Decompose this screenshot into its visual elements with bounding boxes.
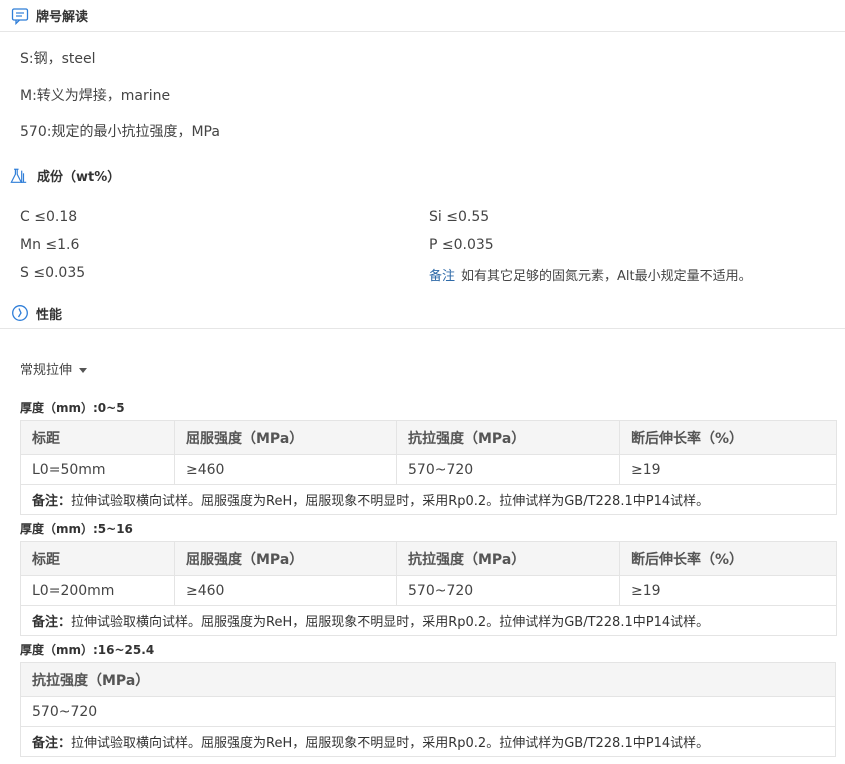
column-header: 抗拉强度（MPa） (396, 541, 620, 576)
table-cell: ≥460 (174, 454, 397, 485)
table-header-row: 标距 屈服强度（MPa） 抗拉强度（MPa） 断后伸长率（%） (20, 541, 837, 576)
designation-title: 牌号解读 (36, 10, 89, 25)
performance-title: 性能 (36, 308, 63, 323)
table-cell: 570~720 (396, 454, 620, 485)
comp-c: C ≤0.18 (20, 209, 77, 225)
comp-mn: Mn ≤1.6 (20, 237, 79, 253)
remark-text: 拉伸试验取横向试样。屈服强度为ReH，屈服现象不明显时，采用Rp0.2。拉伸试样… (71, 494, 710, 509)
remark-label: 备注： (32, 494, 72, 509)
thickness-label-3: 厚度（mm）:16~25.4 (20, 643, 155, 657)
remark-text: 拉伸试验取横向试样。屈服强度为ReH，屈服现象不明显时，采用Rp0.2。拉伸试样… (71, 736, 710, 751)
dropdown-label: 常规拉伸 (20, 363, 73, 378)
element-symbol: P (429, 237, 438, 253)
table-cell: L0=50mm (20, 454, 175, 485)
remark-row: 备注：拉伸试验取横向试样。屈服强度为ReH，屈服现象不明显时，采用Rp0.2。拉… (20, 726, 836, 757)
column-header: 标距 (20, 541, 175, 576)
test-type-dropdown[interactable]: 常规拉伸 (20, 359, 88, 378)
property-table-3: 抗拉强度（MPa） 570~720 备注：拉伸试验取横向试样。屈服强度为ReH，… (20, 662, 836, 757)
element-value: ≤0.035 (441, 237, 494, 253)
column-header: 标距 (20, 420, 175, 455)
composition-note: 备注 如有其它足够的固氮元素，Alt最小规定量不适用。 (429, 265, 752, 284)
column-header: 抗拉强度（MPa） (20, 662, 836, 697)
remark-cell: 备注：拉伸试验取横向试样。屈服强度为ReH，屈服现象不明显时，采用Rp0.2。拉… (20, 726, 836, 757)
table-cell: ≥19 (619, 454, 837, 485)
table-cell: 570~720 (20, 696, 836, 727)
clock-icon (12, 305, 28, 321)
caret-down-icon (79, 368, 88, 373)
column-header: 断后伸长率（%） (619, 541, 837, 576)
table-header-row: 标距 屈服强度（MPa） 抗拉强度（MPa） 断后伸长率（%） (20, 420, 837, 455)
element-value: ≤0.035 (33, 265, 86, 281)
thickness-label-2: 厚度（mm）:5~16 (20, 522, 133, 536)
table-cell: L0=200mm (20, 575, 175, 606)
comp-p: P ≤0.035 (429, 237, 494, 253)
element-value: ≤0.18 (34, 209, 78, 225)
element-symbol: Si (429, 209, 442, 225)
designation-line-3: 570:规定的最小抗拉强度，MPa (20, 124, 220, 140)
element-value: ≤0.55 (446, 209, 490, 225)
note-text: 如有其它足够的固氮元素，Alt最小规定量不适用。 (461, 269, 752, 284)
remark-cell: 备注：拉伸试验取横向试样。屈服强度为ReH，屈服现象不明显时，采用Rp0.2。拉… (20, 484, 837, 515)
comp-s: S ≤0.035 (20, 265, 85, 281)
element-symbol: Mn (20, 237, 41, 253)
table-cell: ≥19 (619, 575, 837, 606)
note-label: 备注 (429, 269, 456, 284)
table-cell: ≥460 (174, 575, 397, 606)
column-header: 抗拉强度（MPa） (396, 420, 620, 455)
comp-si: Si ≤0.55 (429, 209, 489, 225)
remark-label: 备注： (32, 615, 72, 630)
table-row: L0=200mm ≥460 570~720 ≥19 (20, 575, 837, 606)
performance-header: 性能 (0, 296, 845, 329)
remark-row: 备注：拉伸试验取横向试样。屈服强度为ReH，屈服现象不明显时，采用Rp0.2。拉… (20, 484, 837, 515)
comment-icon (11, 8, 29, 25)
column-header: 断后伸长率（%） (619, 420, 837, 455)
remark-row: 备注：拉伸试验取横向试样。屈服强度为ReH，屈服现象不明显时，采用Rp0.2。拉… (20, 605, 837, 636)
element-value: ≤1.6 (45, 237, 80, 253)
element-symbol: C (20, 209, 30, 225)
property-table-2: 标距 屈服强度（MPa） 抗拉强度（MPa） 断后伸长率（%） L0=200mm… (20, 541, 837, 636)
table-row: L0=50mm ≥460 570~720 ≥19 (20, 454, 837, 485)
flask-icon (10, 168, 27, 183)
property-table-1: 标距 屈服强度（MPa） 抗拉强度（MPa） 断后伸长率（%） L0=50mm … (20, 420, 837, 515)
remark-text: 拉伸试验取横向试样。屈服强度为ReH，屈服现象不明显时，采用Rp0.2。拉伸试样… (71, 615, 710, 630)
table-header-row: 抗拉强度（MPa） (20, 662, 836, 697)
element-symbol: S (20, 265, 29, 281)
remark-label: 备注： (32, 736, 72, 751)
thickness-label-1: 厚度（mm）:0~5 (20, 401, 125, 415)
composition-title: 成份（wt%） (37, 170, 121, 185)
remark-cell: 备注：拉伸试验取横向试样。屈服强度为ReH，屈服现象不明显时，采用Rp0.2。拉… (20, 605, 837, 636)
column-header: 屈服强度（MPa） (174, 541, 397, 576)
designation-line-1: S:钢，steel (20, 51, 96, 67)
composition-header: 成份（wt%） (0, 160, 845, 192)
designation-line-2: M:转义为焊接，marine (20, 88, 171, 104)
table-row: 570~720 (20, 696, 836, 727)
column-header: 屈服强度（MPa） (174, 420, 397, 455)
designation-header: 牌号解读 (0, 0, 845, 32)
table-cell: 570~720 (396, 575, 620, 606)
